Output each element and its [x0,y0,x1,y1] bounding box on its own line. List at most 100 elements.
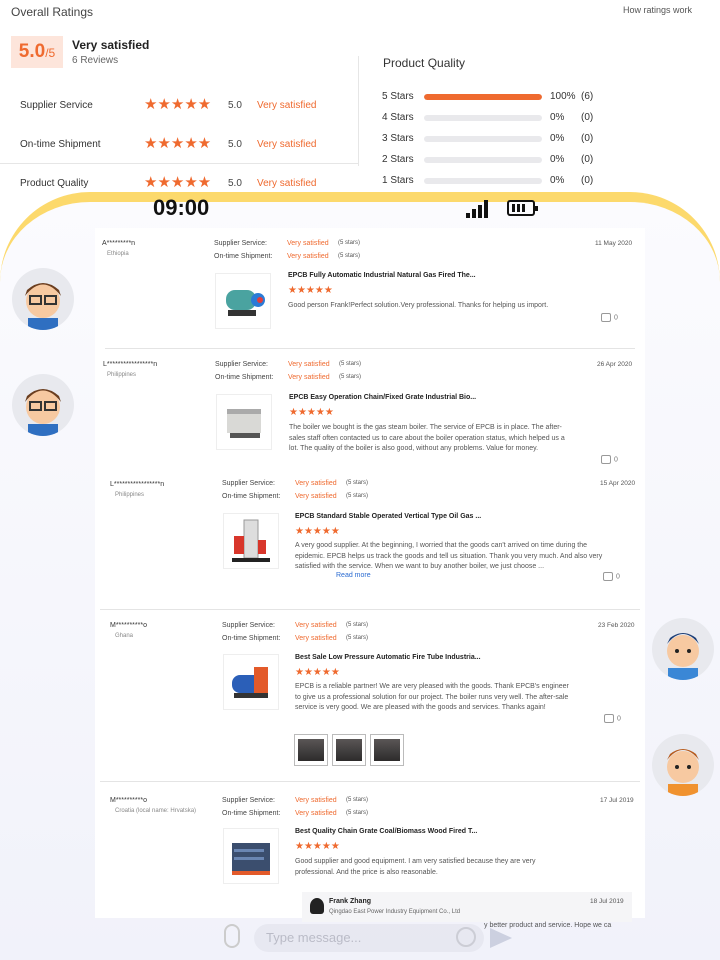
rating-value: Very satisfied [288,374,330,381]
reviews-list: A*********n Ethiopia Supplier Service: Ve… [95,228,645,929]
review-text: EPCB is a reliable partner! We are very … [295,683,569,711]
product-thumbnail[interactable] [223,654,279,710]
star-breakdown-row: 2 Stars 0% (0) [382,152,682,168]
criterion-supplier-service: Supplier Service ★★★★★ 5.0 Very satisfie… [20,96,350,116]
overall-verdict: Very satisfied [72,38,150,52]
review-text: The boiler we bought is the gas steam bo… [289,424,565,452]
like-button[interactable]: 0 [601,313,618,322]
rating-value: Very satisfied [288,361,330,368]
thumbs-up-icon [604,714,614,723]
reviewer-country: Croatia (local name: Hrvatska) [115,808,197,814]
send-icon[interactable] [490,928,512,948]
reviewer-country: Ghana [115,633,134,639]
rating-key: On-time Shipment: [214,253,273,260]
rating-value: Very satisfied [295,797,337,804]
star-rating: ★★★★★ [144,96,212,113]
review-stars: ★★★★★ [289,407,334,418]
reviewer-name: M**********o [110,622,147,629]
criterion-text: Very satisfied [257,178,317,189]
thumbs-up-icon [601,313,611,322]
star-breakdown-bar [424,115,542,121]
star-breakdown-percent: 0% [550,175,565,186]
review-photo[interactable] [294,734,328,766]
supplier-avatar [310,898,324,914]
supplier-service-rating: Supplier Service: Very satisfied (5 stars) [214,240,360,247]
rating-key: Supplier Service: [222,480,275,487]
avatar [12,268,74,330]
star-breakdown-label: 1 Stars [382,175,414,186]
review-stars: ★★★★★ [288,285,333,296]
thumbs-up-icon [603,572,613,581]
rating-stars: (5 stars) [339,361,362,367]
how-ratings-work-link[interactable]: How ratings work [623,5,692,15]
product-title[interactable]: EPCB Easy Operation Chain/Fixed Grate In… [289,394,476,401]
thumbs-up-icon [601,455,611,464]
like-button[interactable]: 0 [603,572,620,581]
overall-ratings-title: Overall Ratings [11,5,94,19]
divider [358,56,359,166]
review-photo[interactable] [370,734,404,766]
rating-key: Supplier Service: [222,797,275,804]
product-thumbnail[interactable] [223,513,279,569]
reviewer-country: Philippines [115,492,145,498]
chat-input-bar: Type message... [220,920,520,958]
supplier-service-rating: Supplier Service: Very satisfied (5 stars) [222,622,368,629]
product-title[interactable]: EPCB Fully Automatic Industrial Natural … [288,272,476,279]
rating-stars: (5 stars) [338,253,361,259]
review-date: 11 May 2020 [595,240,633,247]
ontime-shipment-rating: On-time Shipment: Very satisfied (5 stars) [222,810,368,817]
rating-value: Very satisfied [295,622,337,629]
product-thumbnail[interactable] [215,273,271,329]
man-avatar [667,633,699,680]
star-breakdown-label: 2 Stars [382,154,414,165]
star-breakdown-label: 5 Stars [382,91,414,102]
rating-value: Very satisfied [295,635,337,642]
reviewer-country: Ethiopia [107,251,129,257]
message-input[interactable]: Type message... [254,924,484,952]
supplier-service-rating: Supplier Service: Very satisfied (5 stars) [222,480,368,487]
product-thumbnail[interactable] [216,394,272,450]
ontime-shipment-rating: On-time Shipment: Very satisfied (5 stars) [215,374,361,381]
rating-key: On-time Shipment: [222,635,281,642]
product-title[interactable]: Best Quality Chain Grate Coal/Biomass Wo… [295,828,477,835]
ontime-shipment-rating: On-time Shipment: Very satisfied (5 stars) [222,635,368,642]
supplier-service-rating: Supplier Service: Very satisfied (5 stars) [215,361,361,368]
reply-author: Frank Zhang [329,898,372,905]
overall-score: 5.0 [18,41,46,62]
product-title[interactable]: EPCB Standard Stable Operated Vertical T… [295,513,481,520]
star-breakdown-count: (0) [581,112,594,123]
star-breakdown-percent: 0% [550,112,565,123]
criterion-text: Very satisfied [257,139,317,150]
criterion-label: On-time Shipment [20,139,101,150]
product-thumbnail[interactable] [223,828,279,884]
avatar [652,618,714,680]
ontime-shipment-rating: On-time Shipment: Very satisfied (5 stars) [214,253,360,260]
rating-stars: (5 stars) [346,635,369,641]
chain-grate-boiler-image [227,409,261,438]
emoji-icon[interactable] [456,927,476,947]
like-button[interactable]: 0 [604,714,621,723]
rating-value: Very satisfied [295,810,337,817]
criterion-ontime-shipment: On-time Shipment ★★★★★ 5.0 Very satisfie… [20,135,350,155]
star-breakdown-label: 4 Stars [382,112,414,123]
review-date: 23 Feb 2020 [598,622,635,629]
ontime-shipment-rating: On-time Shipment: Very satisfied (5 stars) [222,493,368,500]
star-breakdown-label: 3 Stars [382,133,414,144]
review-date: 17 Jul 2019 [600,797,634,804]
product-title[interactable]: Best Sale Low Pressure Automatic Fire Tu… [295,654,481,661]
criterion-label: Supplier Service [20,100,93,111]
criterion-value: 5.0 [228,139,242,150]
review-text: A very good supplier. At the beginning, … [295,542,603,570]
supplier-reply: Frank Zhang Qingdao East Power Industry … [302,892,632,922]
criterion-label: Product Quality [20,178,89,189]
review-photo[interactable] [332,734,366,766]
fire-tube-boiler-image [232,667,268,698]
attachment-icon[interactable] [224,924,240,948]
star-breakdown-row: 3 Stars 0% (0) [382,131,682,147]
star-breakdown-fill [424,94,542,100]
like-button[interactable]: 0 [601,455,618,464]
review-date: 26 Apr 2020 [597,361,633,368]
read-more-link[interactable]: Read more [336,572,371,579]
review-text: Good person Frank!Perfect solution.Very … [288,302,549,309]
product-quality-title: Product Quality [383,56,466,70]
